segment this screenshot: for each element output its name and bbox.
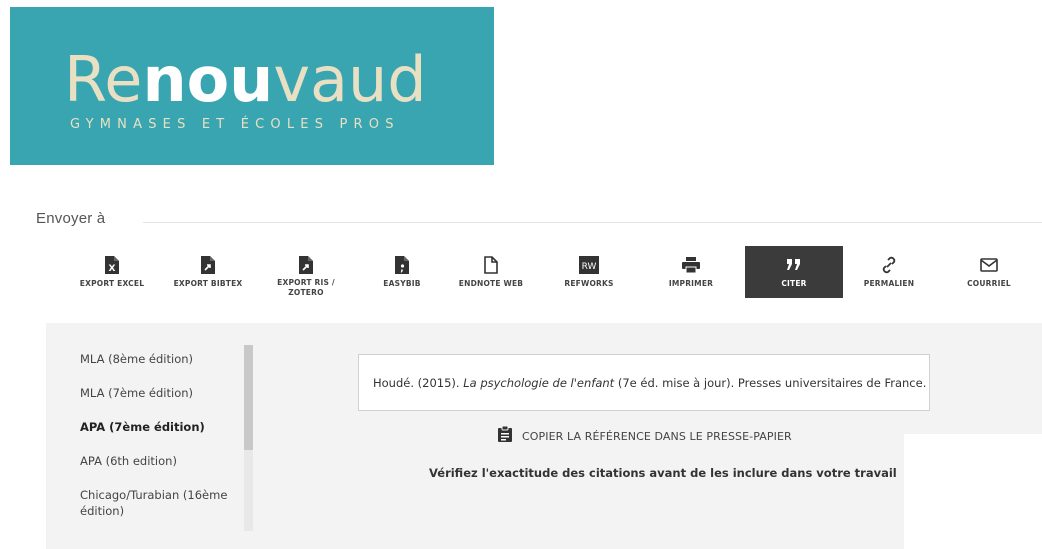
send-to-title: Envoyer à bbox=[36, 210, 106, 227]
endnote-web-button[interactable]: ENDNOTE WEB bbox=[452, 246, 530, 298]
divider bbox=[143, 222, 1042, 223]
citation-author-year: Houdé. (2015). bbox=[373, 375, 464, 390]
svg-text:Renouvaud: Renouvaud bbox=[64, 43, 427, 116]
export-ris-label: EXPORT RIS / ZOTERO bbox=[277, 278, 335, 298]
excel-file-icon: X bbox=[102, 255, 122, 275]
logo-tagline: GYMNASES ET ÉCOLES PROS bbox=[70, 116, 400, 132]
endnote-web-label: ENDNOTE WEB bbox=[458, 279, 524, 288]
document-icon bbox=[481, 255, 501, 275]
cite-label: CITER bbox=[781, 279, 807, 288]
logo-brand-suffix: vaud bbox=[273, 43, 426, 116]
easybib-button[interactable]: , EASYBIB bbox=[371, 246, 433, 298]
export-bibtex-button[interactable]: EXPORT BIBTEX bbox=[167, 246, 249, 298]
refworks-label: REFWORKS bbox=[564, 279, 614, 288]
scrollbar-thumb[interactable] bbox=[244, 345, 253, 450]
export-ris-label-line2: ZOTERO bbox=[288, 288, 324, 297]
export-ris-zotero-button[interactable]: EXPORT RIS / ZOTERO bbox=[268, 246, 344, 298]
refworks-badge: RW bbox=[582, 262, 597, 272]
quote-icon bbox=[784, 255, 804, 275]
copy-reference-label: COPIER LA RÉFÉRENCE DANS LE PRESSE-PAPIE… bbox=[522, 429, 792, 443]
send-toolbar: X EXPORT EXCEL EXPORT BIBTEX EXPORT RIS … bbox=[36, 246, 1042, 306]
permalink-label: PERMALIEN bbox=[863, 279, 915, 288]
refworks-icon: RW bbox=[579, 255, 599, 275]
citation-text: Houdé. (2015). La psychologie de l'enfan… bbox=[373, 376, 926, 390]
renouvaud-logo[interactable]: Renouvaud GYMNASES ET ÉCOLES PROS bbox=[10, 7, 494, 165]
logo-brand-prefix: Re bbox=[64, 43, 142, 116]
copy-reference-button[interactable]: COPIER LA RÉFÉRENCE DANS LE PRESSE-PAPIE… bbox=[498, 425, 792, 446]
email-button[interactable]: COURRIEL bbox=[954, 246, 1024, 298]
citation-warning: Vérifiez l'exactitude des citations avan… bbox=[429, 466, 897, 480]
permalink-button[interactable]: PERMALIEN bbox=[854, 246, 924, 298]
citation-title: La psychologie de l'enfant bbox=[463, 375, 615, 390]
citation-details: (7e éd. mise à jour). Presses universita… bbox=[614, 375, 927, 390]
easybib-label: EASYBIB bbox=[383, 279, 421, 288]
citation-style-list[interactable]: MLA (8ème édition) MLA (7ème édition) AP… bbox=[80, 351, 250, 537]
ris-file-icon bbox=[296, 255, 316, 274]
citation-style-mla8[interactable]: MLA (8ème édition) bbox=[80, 351, 250, 367]
envelope-icon bbox=[979, 255, 999, 275]
logo-brand-bold: nou bbox=[142, 43, 273, 116]
cite-button[interactable]: CITER bbox=[745, 246, 843, 298]
print-label: IMPRIMER bbox=[668, 279, 714, 288]
email-label: COURRIEL bbox=[967, 279, 1011, 288]
printer-icon bbox=[681, 255, 701, 275]
citation-panel: MLA (8ème édition) MLA (7ème édition) AP… bbox=[46, 323, 1042, 549]
citation-style-apa7[interactable]: APA (7ème édition) bbox=[80, 419, 250, 435]
export-excel-label: EXPORT EXCEL bbox=[79, 279, 145, 288]
citation-text-box[interactable]: Houdé. (2015). La psychologie de l'enfan… bbox=[358, 354, 930, 411]
print-button[interactable]: IMPRIMER bbox=[656, 246, 726, 298]
bibtex-file-icon bbox=[198, 255, 218, 275]
easybib-file-icon: , bbox=[392, 255, 412, 275]
export-ris-label-line1: EXPORT RIS / bbox=[277, 278, 335, 287]
export-excel-button[interactable]: X EXPORT EXCEL bbox=[76, 246, 148, 298]
link-icon bbox=[879, 255, 899, 275]
clipboard-icon bbox=[498, 425, 512, 446]
svg-text:X: X bbox=[109, 264, 116, 274]
blank-area bbox=[904, 434, 1042, 549]
export-bibtex-label: EXPORT BIBTEX bbox=[173, 279, 243, 288]
citation-style-mla7[interactable]: MLA (7ème édition) bbox=[80, 385, 250, 401]
refworks-button[interactable]: RW REFWORKS bbox=[554, 246, 624, 298]
citation-style-chicago[interactable]: Chicago/Turabian (16ème édition) bbox=[80, 487, 240, 519]
style-list-scrollbar[interactable] bbox=[244, 345, 253, 531]
citation-style-apa6[interactable]: APA (6th edition) bbox=[80, 453, 250, 469]
